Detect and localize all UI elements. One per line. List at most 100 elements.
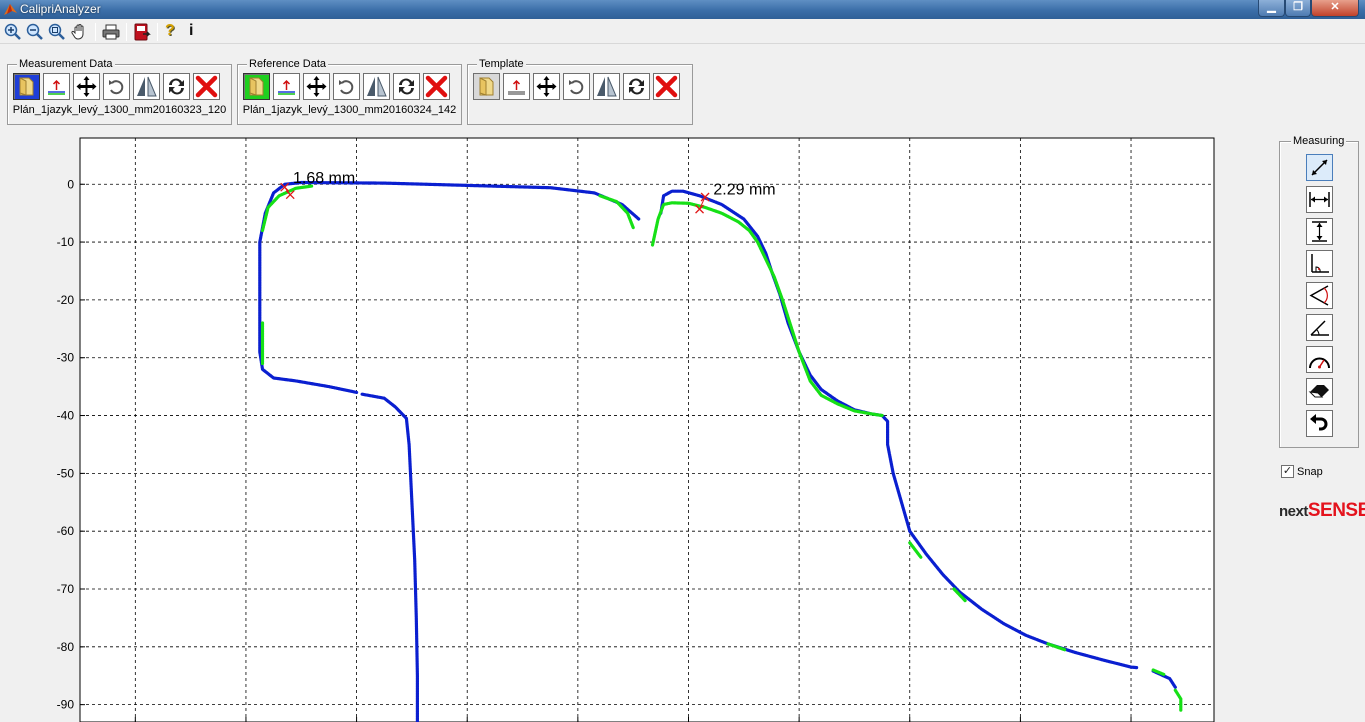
measure-value-label: 1.68 mm xyxy=(293,170,355,187)
move-arrows-icon xyxy=(306,76,327,97)
rotate-template-button[interactable] xyxy=(563,73,590,100)
measurement-file-name: Plán_1jazyk_levý_1300_mm20160323_120 xyxy=(12,104,227,116)
delete-reference-button[interactable] xyxy=(423,73,450,100)
move-template-button[interactable] xyxy=(533,73,560,100)
undo-icon xyxy=(1310,414,1328,431)
folder-icon xyxy=(249,77,264,96)
eraser-tool-button[interactable] xyxy=(1306,378,1333,405)
flip-icon xyxy=(169,78,184,95)
zoom-out-icon[interactable] xyxy=(25,22,45,42)
snap-checkbox[interactable]: ✓ xyxy=(1281,465,1294,478)
inclination-tool-button[interactable] xyxy=(1306,314,1333,341)
y-tick-label: 0 xyxy=(67,177,74,191)
height-icon xyxy=(1311,254,1329,273)
plot-area[interactable] xyxy=(79,137,1215,722)
rotate-icon xyxy=(339,80,354,95)
y-tick-label: -60 xyxy=(57,524,75,538)
minimize-button[interactable]: ▁ xyxy=(1258,0,1285,17)
distance-icon xyxy=(1311,159,1328,176)
move-reference-button[interactable] xyxy=(303,73,330,100)
matlab-icon xyxy=(4,4,17,15)
import-measurement-button[interactable] xyxy=(43,73,70,100)
measuring-panel-title: Measuring xyxy=(1291,135,1347,147)
flip-icon xyxy=(629,78,644,95)
vertical-distance-icon xyxy=(1312,221,1327,242)
delete-template-button[interactable] xyxy=(653,73,680,100)
horizontal-distance-tool-button[interactable] xyxy=(1306,186,1333,213)
delete-icon xyxy=(195,75,218,98)
zoom-in-icon[interactable] xyxy=(3,22,23,42)
print-icon[interactable] xyxy=(101,22,121,42)
mirror-icon xyxy=(597,76,617,97)
help-icon[interactable]: ? xyxy=(165,22,185,42)
profile-plot[interactable]: -80-60-40-200204060801000-10-20-30-40-50… xyxy=(0,125,1240,722)
angle-icon xyxy=(1309,285,1329,306)
upload-icon xyxy=(48,79,65,95)
mirror-measurement-button[interactable] xyxy=(133,73,160,100)
undo-tool-button[interactable] xyxy=(1306,410,1333,437)
move-arrows-icon xyxy=(536,76,557,97)
toolbar-separator xyxy=(126,23,127,41)
angle-tool-button[interactable] xyxy=(1306,282,1333,309)
close-button[interactable]: ✕ xyxy=(1311,0,1359,17)
toolbar-separator xyxy=(95,23,96,41)
mirror-reference-button[interactable] xyxy=(363,73,390,100)
measure-value-label: 2.29 mm xyxy=(713,182,775,199)
logo-next-text: next xyxy=(1279,503,1308,520)
rotate-icon xyxy=(569,80,584,95)
open-template-button[interactable] xyxy=(473,73,500,100)
template-panel-title: Template xyxy=(477,58,526,70)
mirror-template-button[interactable] xyxy=(593,73,620,100)
distance-tool-button[interactable] xyxy=(1306,154,1333,181)
rotate-measurement-button[interactable] xyxy=(103,73,130,100)
height-tool-button[interactable] xyxy=(1306,250,1333,277)
flip-reference-button[interactable] xyxy=(393,73,420,100)
open-measurement-button[interactable] xyxy=(13,73,40,100)
y-tick-label: -10 xyxy=(57,235,75,249)
nextsense-logo: nextSENSE xyxy=(1279,500,1365,522)
y-tick-label: -50 xyxy=(57,466,75,480)
move-measurement-button[interactable] xyxy=(73,73,100,100)
flip-measurement-button[interactable] xyxy=(163,73,190,100)
zoom-fit-icon[interactable] xyxy=(47,22,67,42)
open-reference-button[interactable] xyxy=(243,73,270,100)
y-tick-label: -80 xyxy=(57,640,75,654)
mirror-icon xyxy=(137,76,157,97)
delete-measurement-button[interactable] xyxy=(193,73,220,100)
flip-icon xyxy=(399,78,414,95)
vertical-distance-tool-button[interactable] xyxy=(1306,218,1333,245)
folder-icon xyxy=(19,77,34,96)
upload-icon xyxy=(278,79,295,95)
measurement-data-panel: Measurement Data Plán_1jazyk_levý_1300_m… xyxy=(7,58,232,125)
template-panel: Template xyxy=(467,58,693,125)
import-reference-button[interactable] xyxy=(273,73,300,100)
main-toolbar: ? i xyxy=(0,19,1365,44)
y-tick-label: -20 xyxy=(57,293,75,307)
rotate-icon xyxy=(109,80,124,95)
title-bar: CalipriAnalyzer ▁ ❐ ✕ xyxy=(0,0,1365,19)
maximize-button[interactable]: ❐ xyxy=(1285,0,1311,17)
pan-hand-icon[interactable] xyxy=(70,22,90,42)
export-icon[interactable] xyxy=(132,22,152,42)
radius-tool-button[interactable] xyxy=(1306,346,1333,373)
y-tick-label: -30 xyxy=(57,351,75,365)
logo-sense-text: SENSE xyxy=(1307,500,1365,521)
measurement-panel-title: Measurement Data xyxy=(17,58,115,70)
reference-file-name: Plán_1jazyk_levý_1300_mm20160324_142 xyxy=(242,104,457,116)
import-template-button[interactable] xyxy=(503,73,530,100)
y-tick-label: -90 xyxy=(57,698,75,712)
eraser-icon xyxy=(1308,385,1329,398)
radius-icon xyxy=(1309,357,1330,369)
horizontal-distance-icon xyxy=(1309,192,1330,207)
move-arrows-icon xyxy=(76,76,97,97)
folder-icon xyxy=(479,77,494,96)
snap-label: Snap xyxy=(1297,466,1323,478)
delete-icon xyxy=(425,75,448,98)
reference-data-panel: Reference Data Plán_1jazyk_levý_1300_mm2… xyxy=(237,58,462,125)
y-tick-label: -70 xyxy=(57,582,75,596)
measuring-panel: Measuring xyxy=(1279,135,1359,448)
info-icon[interactable]: i xyxy=(189,22,209,42)
toolbar-separator xyxy=(157,23,158,41)
rotate-reference-button[interactable] xyxy=(333,73,360,100)
flip-template-button[interactable] xyxy=(623,73,650,100)
